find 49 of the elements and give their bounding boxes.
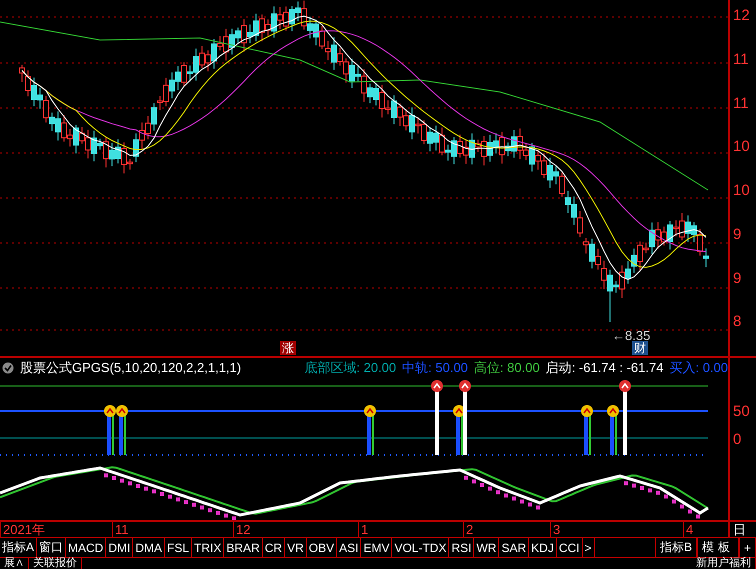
indicator-axis-label: 50 bbox=[732, 402, 751, 422]
indicator-tab[interactable]: CCI bbox=[556, 538, 583, 557]
indicator-tab[interactable]: OBV bbox=[306, 538, 338, 557]
indicator-value: 高位: 80.00 bbox=[474, 359, 540, 377]
indicator-tab[interactable]: VOL-TDX bbox=[392, 538, 450, 557]
indicator-tab[interactable]: 窗口 bbox=[37, 538, 66, 557]
price-axis-label: 12 bbox=[732, 6, 751, 26]
low-price-label: ←8.35 bbox=[612, 329, 650, 343]
indicator-value: 中轨: 50.00 bbox=[402, 359, 468, 377]
time-axis-label: 2021年 bbox=[0, 522, 45, 537]
panel-tab[interactable]: 模板 bbox=[696, 538, 739, 557]
time-axis-label: 11 bbox=[112, 522, 128, 537]
indicator-tab[interactable]: DMI bbox=[106, 538, 134, 557]
chart-marker: 涨 bbox=[280, 341, 296, 355]
panel-tab[interactable]: 指标B bbox=[654, 538, 697, 557]
indicator-tab[interactable]: MACD bbox=[66, 538, 106, 557]
time-axis-label: 12 bbox=[233, 522, 250, 537]
indicator-tab[interactable]: DMA bbox=[133, 538, 166, 557]
price-axis-label: 11 bbox=[732, 94, 750, 114]
panel-tab[interactable]: + bbox=[738, 538, 756, 557]
price-axis-label: 10 bbox=[732, 181, 751, 201]
indicator-tab[interactable]: EMV bbox=[361, 538, 392, 557]
indicator-tab[interactable]: VR bbox=[285, 538, 307, 557]
price-axis-label: 9 bbox=[732, 224, 742, 245]
time-axis-label: 1 bbox=[358, 522, 368, 537]
indicator-value: 底部区域: 20.00 bbox=[304, 359, 396, 377]
indicator-tab[interactable]: TRIX bbox=[192, 538, 224, 557]
indicator-value: 买入: 0.00 bbox=[669, 359, 728, 377]
indicator-axis-label: 0 bbox=[732, 430, 742, 450]
indicator-tab[interactable]: BRAR bbox=[224, 538, 263, 557]
indicator-tab[interactable]: KDJ bbox=[529, 538, 557, 557]
price-axis-label: 8 bbox=[732, 312, 742, 332]
indicator-tab[interactable]: FSL bbox=[165, 538, 192, 557]
indicator-tab[interactable]: RSI bbox=[449, 538, 474, 557]
indicator-value: 启动: -61.74 : -61.74 bbox=[546, 359, 664, 377]
chart-marker: 财 bbox=[632, 341, 648, 355]
indicator-tab[interactable]: 指标A bbox=[0, 538, 38, 557]
indicator-tab[interactable]: CR bbox=[262, 538, 286, 557]
price-axis-label: 11 bbox=[732, 50, 750, 70]
time-axis-label: 2 bbox=[463, 522, 474, 537]
indicator-tab[interactable]: > bbox=[582, 538, 595, 557]
price-axis-label: 9 bbox=[732, 268, 742, 288]
time-axis-label: 3 bbox=[550, 522, 560, 537]
indicator-title: 股票公式GPGS(5,10,20,120,2,2,1,1,1) bbox=[20, 359, 242, 377]
time-axis-label: 4 bbox=[683, 522, 694, 537]
indicator-tab[interactable]: ASI bbox=[337, 538, 362, 557]
price-axis-label: 10 bbox=[732, 137, 751, 158]
indicator-tab[interactable]: WR bbox=[474, 538, 500, 557]
indicator-tab[interactable]: SAR bbox=[499, 538, 530, 557]
